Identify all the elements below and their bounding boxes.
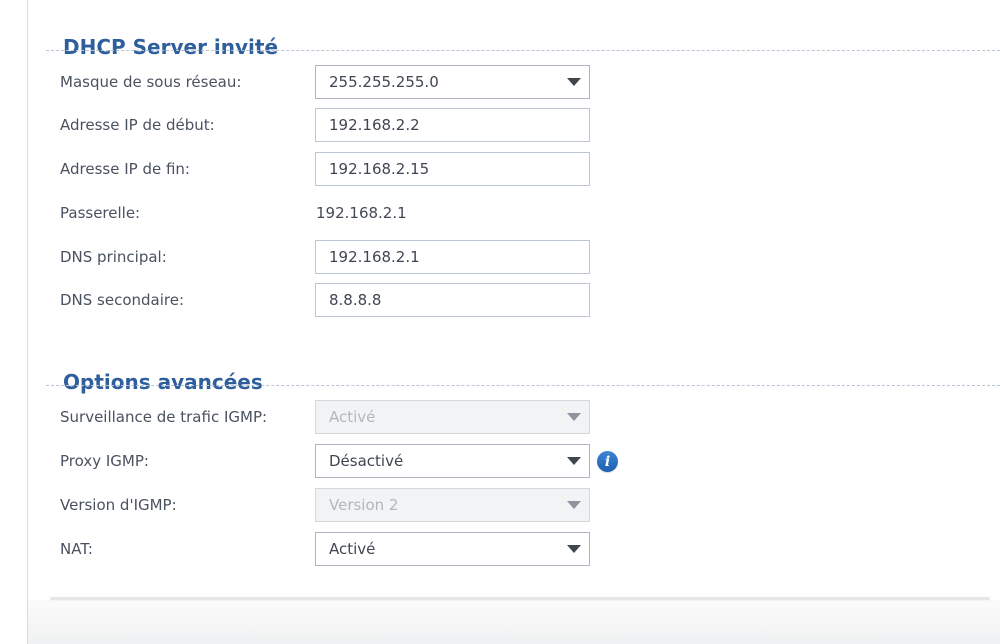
subnet-mask-label: Masque de sous réseau: — [60, 73, 242, 91]
chevron-down-icon — [567, 545, 581, 553]
ip-end-label: Adresse IP de fin: — [60, 160, 190, 178]
field-row-secondary-dns: DNS secondaire: — [60, 283, 1000, 317]
field-row-igmp-snooping: Surveillance de trafic IGMP: Activé — [60, 400, 1000, 434]
nat-value: Activé — [329, 540, 376, 558]
field-row-gateway: Passerelle: 192.168.2.1 — [60, 196, 1000, 230]
igmp-proxy-select[interactable]: Désactivé — [315, 444, 590, 478]
primary-dns-label: DNS principal: — [60, 248, 167, 266]
igmp-proxy-label: Proxy IGMP: — [60, 452, 149, 470]
subnet-mask-select[interactable]: 255.255.255.0 — [315, 65, 590, 99]
chevron-down-icon — [567, 501, 581, 509]
igmp-version-label: Version d'IGMP: — [60, 496, 177, 514]
gateway-label: Passerelle: — [60, 204, 141, 222]
gateway-value: 192.168.2.1 — [316, 204, 407, 222]
ip-end-input[interactable] — [315, 152, 590, 186]
field-row-primary-dns: DNS principal: — [60, 240, 1000, 274]
secondary-dns-label: DNS secondaire: — [60, 291, 185, 309]
chevron-down-icon — [567, 413, 581, 421]
chevron-down-icon — [567, 78, 581, 86]
field-row-subnet-mask: Masque de sous réseau: 255.255.255.0 — [60, 65, 1000, 99]
igmp-snooping-label: Surveillance de trafic IGMP: — [60, 408, 268, 426]
subnet-mask-value: 255.255.255.0 — [329, 73, 439, 91]
info-icon[interactable]: i — [597, 451, 618, 472]
igmp-snooping-select: Activé — [315, 400, 590, 434]
field-row-nat: NAT: Activé — [60, 532, 1000, 566]
ip-start-label: Adresse IP de début: — [60, 116, 215, 134]
primary-dns-input[interactable] — [315, 240, 590, 274]
nat-select[interactable]: Activé — [315, 532, 590, 566]
field-row-igmp-version: Version d'IGMP: Version 2 — [60, 488, 1000, 522]
igmp-proxy-value: Désactivé — [329, 452, 404, 470]
footer-divider — [50, 597, 990, 600]
section-title-dhcp-server: DHCP Server invité — [63, 34, 279, 59]
panel-footer — [28, 600, 1000, 644]
section-divider — [46, 385, 1000, 386]
igmp-version-value: Version 2 — [329, 496, 399, 514]
section-title-advanced-options: Options avancées — [63, 369, 263, 394]
nat-label: NAT: — [60, 540, 93, 558]
section-divider — [46, 50, 1000, 51]
field-row-ip-end: Adresse IP de fin: — [60, 152, 1000, 186]
igmp-version-select: Version 2 — [315, 488, 590, 522]
field-row-ip-start: Adresse IP de début: — [60, 108, 1000, 142]
panel-left-border — [27, 0, 28, 644]
ip-start-input[interactable] — [315, 108, 590, 142]
chevron-down-icon — [567, 457, 581, 465]
igmp-snooping-value: Activé — [329, 408, 376, 426]
secondary-dns-input[interactable] — [315, 283, 590, 317]
field-row-igmp-proxy: Proxy IGMP: Désactivé — [60, 444, 1000, 478]
